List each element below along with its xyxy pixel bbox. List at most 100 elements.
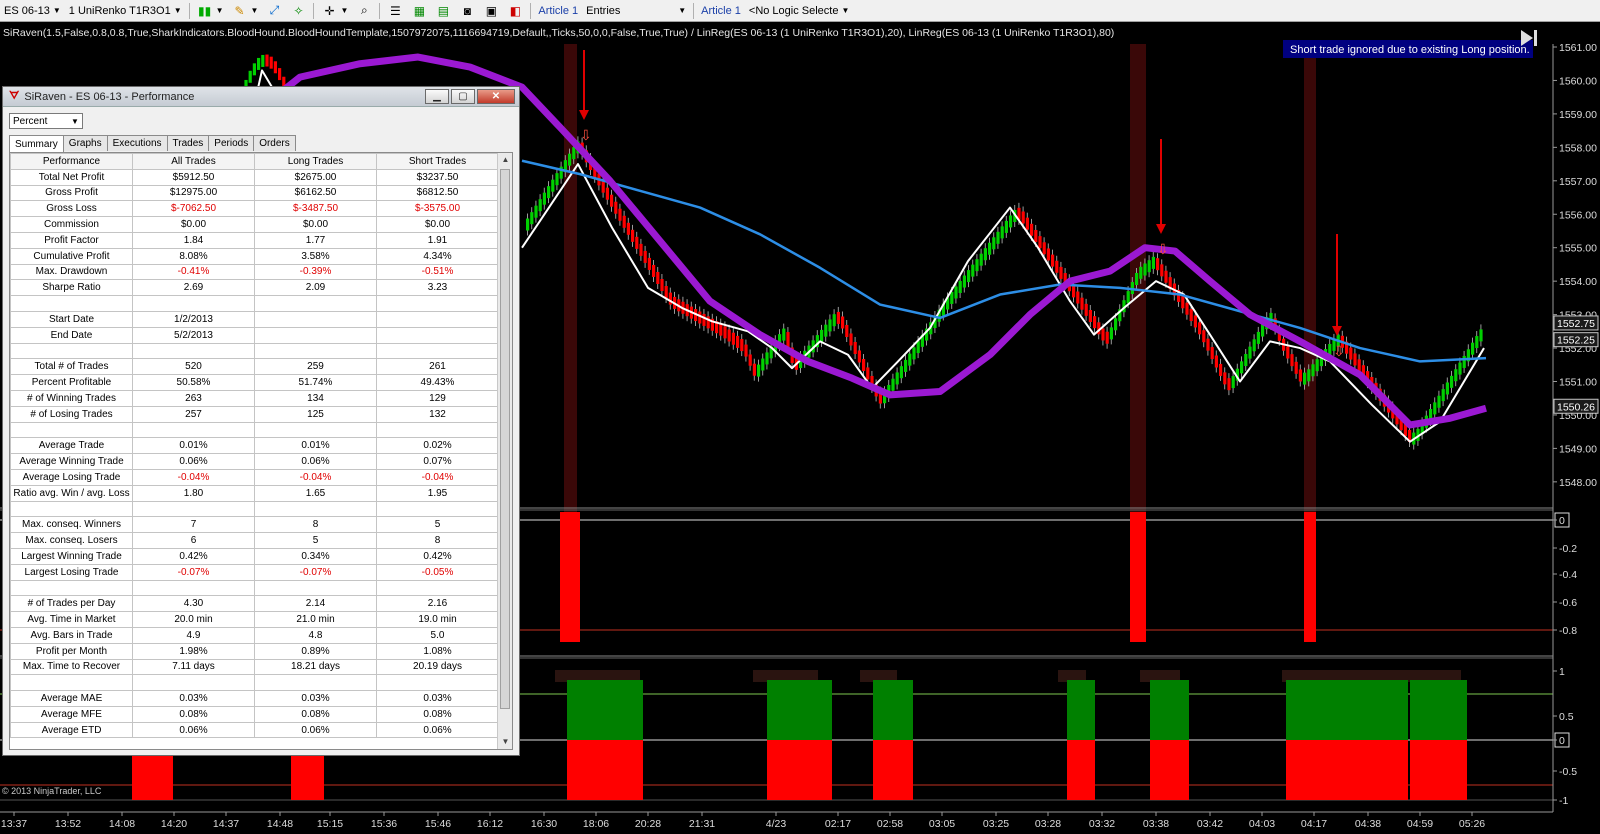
metric-value: 0.34% <box>254 547 377 565</box>
copyright-text: © 2013 NinjaTrader, LLC <box>2 786 102 796</box>
down-bar <box>1093 316 1097 329</box>
long-block <box>767 680 832 740</box>
metric-label: # of Trades per Day <box>10 595 133 613</box>
scroll-down-icon[interactable]: ▼ <box>498 735 512 749</box>
metric-value: 0.03% <box>254 690 377 707</box>
metric-label: Average Losing Trade <box>10 468 133 486</box>
up-bar <box>568 153 572 166</box>
metric-value: 0.08% <box>376 705 499 723</box>
template-button[interactable]: ▤ <box>431 1 455 21</box>
crosshair-button[interactable]: ✛ ▼ <box>317 1 352 21</box>
time-tick-label: 13:52 <box>55 818 81 830</box>
entries-dropdown[interactable]: Entries ▼ <box>582 1 690 21</box>
up-bar <box>950 291 954 304</box>
close-button[interactable]: ✕ <box>477 89 515 104</box>
column-header[interactable]: All Trades <box>132 153 255 170</box>
tab-summary[interactable]: Summary <box>9 135 64 152</box>
instrument-selector[interactable]: ES 06-13 ▼ <box>0 1 65 21</box>
table-row: Max. conseq. Winners 7 8 5 <box>10 516 499 534</box>
table-header-row: Performance All Trades Long Trades Short Tr… <box>10 153 499 170</box>
metric-value: 49.43% <box>376 374 499 391</box>
instrument-label: ES 06-13 <box>4 4 50 17</box>
up-bar <box>1433 402 1437 415</box>
up-bar <box>908 353 912 366</box>
display-unit-value: Percent <box>13 115 48 127</box>
time-tick-label: 15:46 <box>425 818 451 830</box>
template-icon: ▤ <box>437 3 450 18</box>
panel3-tick-label: 0 <box>1559 735 1565 747</box>
down-bar <box>1290 354 1294 367</box>
metric-value: 2.09 <box>254 279 377 297</box>
scroll-thumb[interactable] <box>500 169 510 709</box>
metric-value <box>254 310 377 328</box>
bar-type-selector[interactable]: 1 UniRenko T1R3O1 ▼ <box>65 1 186 21</box>
toolbar-divider <box>188 2 190 19</box>
metric-value <box>376 579 499 597</box>
down-bar <box>1349 347 1353 360</box>
column-header[interactable]: Long Trades <box>254 153 377 170</box>
up-bar <box>761 358 765 371</box>
down-bar <box>752 363 756 376</box>
chart-style-button[interactable]: ▮▮ ▼ <box>193 1 228 21</box>
metric-value: $2675.00 <box>254 168 377 186</box>
logic-dropdown[interactable]: <No Logic Selecte ▼ <box>745 1 854 21</box>
performance-window[interactable]: ᗊ SiRaven - ES 06-13 - Performance ▁ ▢ ✕… <box>2 86 520 756</box>
performance-tabs: Summary Graphs Executions Trades Periods Orde… <box>9 135 296 152</box>
metric-value: 8 <box>376 532 499 549</box>
metric-value: 0.06% <box>132 721 255 739</box>
column-header[interactable]: Performance <box>10 153 133 170</box>
metric-label: Profit per Month <box>10 642 133 660</box>
performance-table-container: Performance All Trades Long Trades Short Tr… <box>9 152 513 750</box>
metric-value: -0.04% <box>132 468 255 486</box>
down-bar <box>1072 285 1076 298</box>
tab-executions[interactable]: Executions <box>106 135 168 151</box>
performance-table: Performance All Trades Long Trades Short Tr… <box>10 153 499 739</box>
minimize-button[interactable]: ▁ <box>425 89 449 104</box>
vertical-scrollbar[interactable]: ▲ ▼ <box>497 153 512 749</box>
order-entry-button[interactable]: ◧ <box>503 1 527 21</box>
up-bar <box>1004 220 1008 233</box>
metric-value: $0.00 <box>376 216 499 233</box>
strategy-button[interactable]: ✧ <box>286 1 310 21</box>
table-row: Avg. Bars in Trade 4.9 4.8 5.0 <box>10 626 499 644</box>
tab-button[interactable]: ▣ <box>479 1 503 21</box>
metric-value: 0.06% <box>254 721 377 739</box>
table-row: Profit per Month 1.98% 0.89% 1.08% <box>10 642 499 660</box>
down-bar <box>723 326 727 339</box>
screenshot-button[interactable]: ◙ <box>455 1 479 21</box>
data-box-button[interactable]: ▦ <box>407 1 431 21</box>
metric-value: -0.39% <box>254 263 377 281</box>
trade-shade <box>564 44 577 530</box>
up-bar <box>967 270 971 283</box>
tab-trades[interactable]: Trades <box>166 135 210 151</box>
notice-text: Short trade ignored due to existing Long… <box>1290 44 1530 56</box>
metric-value: 0.08% <box>132 705 255 723</box>
down-bar <box>744 344 748 357</box>
zoom-button[interactable]: ⌕ <box>352 1 376 21</box>
drawing-tool-button[interactable]: ✎ ▼ <box>228 1 263 21</box>
display-unit-select[interactable]: Percent ▼ <box>9 113 83 129</box>
down-bar <box>1210 347 1214 360</box>
properties-button[interactable]: ☰ <box>383 1 407 21</box>
tab-orders[interactable]: Orders <box>253 135 296 151</box>
price-tick-label: 1561.00 <box>1559 42 1597 54</box>
indicator-button[interactable]: ⤢ <box>262 1 286 21</box>
down-bar <box>265 54 269 67</box>
scroll-up-icon[interactable]: ▲ <box>498 153 512 167</box>
up-bar <box>1009 215 1013 228</box>
tab-graphs[interactable]: Graphs <box>62 135 108 151</box>
tab-periods[interactable]: Periods <box>208 135 255 151</box>
metric-value: -0.07% <box>254 563 377 581</box>
price-tick-label: 1549.00 <box>1559 443 1597 455</box>
up-bar <box>1240 361 1244 374</box>
column-header[interactable]: Short Trades <box>376 153 499 170</box>
metric-value: $-3487.50 <box>254 200 377 218</box>
metric-value <box>132 295 255 312</box>
down-bar <box>664 286 668 299</box>
article-link-a[interactable]: Article 1 <box>534 1 582 21</box>
performance-title-bar[interactable]: ᗊ SiRaven - ES 06-13 - Performance ▁ ▢ ✕ <box>3 87 519 107</box>
table-row <box>10 295 499 312</box>
article-link-b[interactable]: Article 1 <box>697 1 745 21</box>
up-bar <box>248 70 252 83</box>
maximize-button[interactable]: ▢ <box>451 89 475 104</box>
